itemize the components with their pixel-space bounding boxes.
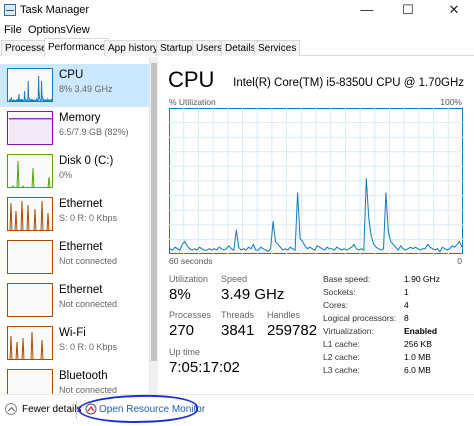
processes-value: 270 <box>169 322 195 339</box>
tab-app-history[interactable]: App history <box>104 40 163 56</box>
l1-cache-label: L1 cache: <box>323 339 360 349</box>
fewer-details-link[interactable]: Fewer details <box>22 404 81 415</box>
task-manager-icon <box>4 4 16 16</box>
bluetooth-thumbnail-graph <box>7 369 53 394</box>
cpu-utilization-graph <box>169 108 463 254</box>
l1-cache-value: 256 KB <box>404 339 432 349</box>
graph-time-span: 60 seconds <box>169 256 213 266</box>
sidebar-scrollbar[interactable] <box>150 57 158 394</box>
l2-cache-label: L2 cache: <box>323 352 360 362</box>
sidebar-item-wifi[interactable]: Wi-Fi S: 0 R: 0 Kbps <box>0 322 149 365</box>
window-title: Task Manager <box>20 4 90 16</box>
sidebar-item-bluetooth[interactable]: Bluetooth Not connected <box>0 365 149 394</box>
threads-label: Threads <box>221 310 255 320</box>
menu-file[interactable]: File <box>4 24 22 36</box>
sidebar-item-cpu[interactable]: CPU 8% 3.49 GHz <box>0 64 149 107</box>
graph-axis-min: 0 <box>457 256 462 266</box>
tab-strip: Processes Performance App history Startu… <box>0 38 474 57</box>
base-speed-label: Base speed: <box>323 274 371 284</box>
l3-cache-value: 6.0 MB <box>404 365 431 375</box>
footer-divider <box>76 401 77 419</box>
sidebar-item-subtitle: Not connected <box>59 299 118 309</box>
tab-services[interactable]: Services <box>254 40 301 56</box>
ethernet-thumbnail-graph <box>7 283 53 317</box>
sidebar-item-title: Ethernet <box>59 198 103 210</box>
sidebar-item-ethernet-2[interactable]: Ethernet Not connected <box>0 236 149 279</box>
resource-list: CPU 8% 3.49 GHz Memory 6.5/7.9 GB (82%) … <box>0 57 150 394</box>
sidebar-item-title: Wi-Fi <box>59 327 86 339</box>
sidebar-item-title: Ethernet <box>59 284 103 296</box>
speed-label: Speed <box>221 274 248 284</box>
minimize-button[interactable]: — <box>352 0 382 20</box>
chevron-up-icon[interactable] <box>5 403 17 415</box>
ethernet-thumbnail-graph <box>7 197 53 231</box>
sidebar-item-subtitle: S: 0 R: 0 Kbps <box>59 213 118 223</box>
scrollbar-thumb[interactable] <box>151 63 157 361</box>
thumbnail-fill <box>9 118 52 144</box>
sockets-label: Sockets: <box>323 287 356 297</box>
sidebar-item-title: Bluetooth <box>59 370 108 382</box>
threads-value: 3841 <box>221 322 255 339</box>
sidebar-item-title: Memory <box>59 112 101 124</box>
sidebar-item-subtitle: 0% <box>59 170 73 180</box>
footer-bar: Fewer details Open Resource Monitor <box>0 392 474 426</box>
memory-thumbnail-graph <box>7 111 53 145</box>
sidebar-item-subtitle: 6.5/7.9 GB (82%) <box>59 127 129 137</box>
wifi-thumbnail-graph <box>7 326 53 360</box>
graph-axis-max: 100% <box>440 97 462 107</box>
thumbnail-line <box>11 160 51 187</box>
cores-value: 4 <box>404 300 409 310</box>
page-title: CPU <box>168 67 215 92</box>
sidebar-item-memory[interactable]: Memory 6.5/7.9 GB (82%) <box>0 107 149 150</box>
processes-label: Processes <box>169 310 212 320</box>
base-speed-value: 1.90 GHz <box>404 274 440 284</box>
sidebar-item-title: Disk 0 (C:) <box>59 155 114 167</box>
disk-thumbnail-graph <box>7 154 53 188</box>
l2-cache-value: 1.0 MB <box>404 352 431 362</box>
sidebar-item-ethernet[interactable]: Ethernet S: 0 R: 0 Kbps <box>0 193 149 236</box>
utilization-label: Utilization <box>169 274 209 284</box>
sidebar-item-title: CPU <box>59 69 84 81</box>
menu-bar: File Options View <box>0 22 474 38</box>
menu-options[interactable]: Options <box>28 24 66 36</box>
speed-value: 3.49 GHz <box>221 286 285 303</box>
ethernet-thumbnail-graph <box>7 240 53 274</box>
uptime-value: 7:05:17:02 <box>169 359 240 376</box>
cpu-thumbnail-graph <box>7 68 53 102</box>
sidebar-item-subtitle: S: 0 R: 0 Kbps <box>59 342 118 352</box>
handles-value: 259782 <box>267 322 318 339</box>
thumbnail-line <box>8 75 52 101</box>
cpu-details-panel: CPU Intel(R) Core(TM) i5-8350U CPU @ 1.7… <box>160 57 474 394</box>
maximize-button[interactable]: ☐ <box>393 0 423 20</box>
logical-processors-label: Logical processors: <box>323 313 397 323</box>
menu-view[interactable]: View <box>66 24 90 36</box>
cores-label: Cores: <box>323 300 349 310</box>
title-bar: Task Manager — ☐ ✕ <box>0 0 474 22</box>
uptime-label: Up time <box>169 347 201 357</box>
graph-axis-label: % Utilization <box>169 97 216 107</box>
handles-label: Handles <box>267 310 301 320</box>
close-button[interactable]: ✕ <box>439 0 469 20</box>
logical-processors-value: 8 <box>404 313 409 323</box>
sidebar-item-subtitle: Not connected <box>59 256 118 266</box>
annotation-circle <box>77 392 199 426</box>
sidebar-item-title: Ethernet <box>59 241 103 253</box>
tab-startup[interactable]: Startup <box>156 40 197 56</box>
l3-cache-label: L3 cache: <box>323 365 360 375</box>
virtualization-label: Virtualization: <box>323 326 374 336</box>
sidebar-item-ethernet-3[interactable]: Ethernet Not connected <box>0 279 149 322</box>
tab-performance[interactable]: Performance <box>44 38 110 57</box>
sidebar-item-disk[interactable]: Disk 0 (C:) 0% <box>0 150 149 193</box>
utilization-value: 8% <box>169 286 191 303</box>
virtualization-value: Enabled <box>404 326 438 336</box>
sockets-value: 1 <box>404 287 409 297</box>
cpu-model-name: Intel(R) Core(TM) i5-8350U CPU @ 1.70GHz <box>233 77 464 89</box>
sidebar-item-subtitle: 8% 3.49 GHz <box>59 84 113 94</box>
sidebar-item-subtitle: Not connected <box>59 385 118 394</box>
thumbnail-line <box>9 331 44 359</box>
thumbnail-line <box>9 200 50 230</box>
